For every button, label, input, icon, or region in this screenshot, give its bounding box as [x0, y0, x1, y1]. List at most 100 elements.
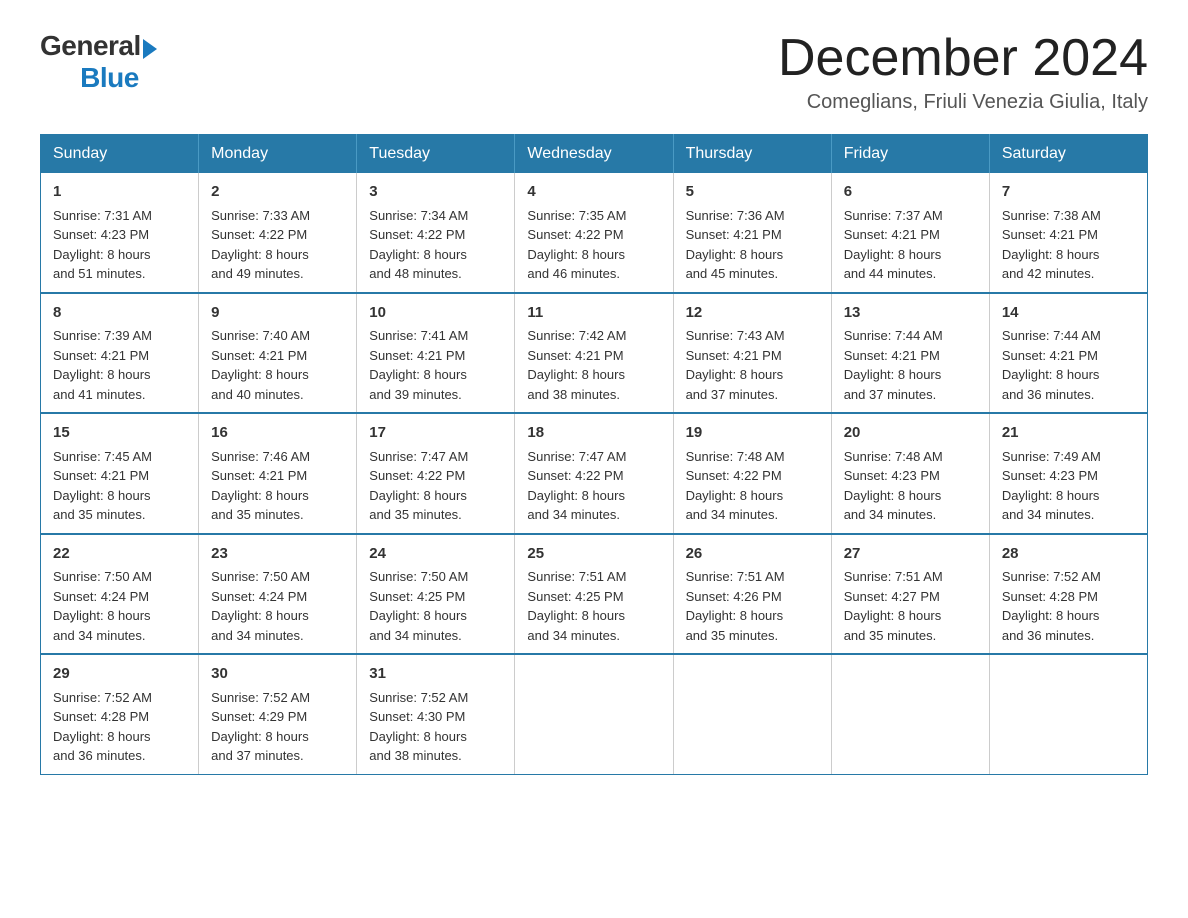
day-number: 28	[1002, 543, 1135, 566]
day-number: 23	[211, 543, 344, 566]
day-number: 15	[53, 422, 186, 445]
day-sunrise: Sunrise: 7:51 AMSunset: 4:25 PMDaylight:…	[527, 569, 626, 643]
day-number: 2	[211, 181, 344, 204]
header-monday: Monday	[199, 135, 357, 174]
day-sunrise: Sunrise: 7:44 AMSunset: 4:21 PMDaylight:…	[844, 328, 943, 402]
calendar-cell: 11 Sunrise: 7:42 AMSunset: 4:21 PMDaylig…	[515, 293, 673, 414]
day-sunrise: Sunrise: 7:41 AMSunset: 4:21 PMDaylight:…	[369, 328, 468, 402]
calendar-cell: 7 Sunrise: 7:38 AMSunset: 4:21 PMDayligh…	[989, 173, 1147, 293]
logo-triangle-icon	[143, 39, 157, 59]
day-number: 20	[844, 422, 977, 445]
calendar-cell: 2 Sunrise: 7:33 AMSunset: 4:22 PMDayligh…	[199, 173, 357, 293]
day-sunrise: Sunrise: 7:38 AMSunset: 4:21 PMDaylight:…	[1002, 208, 1101, 282]
day-number: 12	[686, 302, 819, 325]
calendar-cell: 13 Sunrise: 7:44 AMSunset: 4:21 PMDaylig…	[831, 293, 989, 414]
calendar-cell: 15 Sunrise: 7:45 AMSunset: 4:21 PMDaylig…	[41, 413, 199, 534]
day-number: 16	[211, 422, 344, 445]
day-sunrise: Sunrise: 7:52 AMSunset: 4:29 PMDaylight:…	[211, 690, 310, 764]
calendar-cell: 29 Sunrise: 7:52 AMSunset: 4:28 PMDaylig…	[41, 654, 199, 774]
calendar-week-row: 29 Sunrise: 7:52 AMSunset: 4:28 PMDaylig…	[41, 654, 1148, 774]
day-sunrise: Sunrise: 7:39 AMSunset: 4:21 PMDaylight:…	[53, 328, 152, 402]
calendar-cell: 16 Sunrise: 7:46 AMSunset: 4:21 PMDaylig…	[199, 413, 357, 534]
day-sunrise: Sunrise: 7:51 AMSunset: 4:26 PMDaylight:…	[686, 569, 785, 643]
day-sunrise: Sunrise: 7:49 AMSunset: 4:23 PMDaylight:…	[1002, 449, 1101, 523]
calendar-cell: 5 Sunrise: 7:36 AMSunset: 4:21 PMDayligh…	[673, 173, 831, 293]
day-sunrise: Sunrise: 7:50 AMSunset: 4:25 PMDaylight:…	[369, 569, 468, 643]
day-sunrise: Sunrise: 7:52 AMSunset: 4:28 PMDaylight:…	[1002, 569, 1101, 643]
day-number: 24	[369, 543, 502, 566]
day-sunrise: Sunrise: 7:42 AMSunset: 4:21 PMDaylight:…	[527, 328, 626, 402]
location-subtitle: Comeglians, Friuli Venezia Giulia, Italy	[778, 91, 1148, 114]
day-sunrise: Sunrise: 7:35 AMSunset: 4:22 PMDaylight:…	[527, 208, 626, 282]
calendar-cell	[831, 654, 989, 774]
calendar-week-row: 8 Sunrise: 7:39 AMSunset: 4:21 PMDayligh…	[41, 293, 1148, 414]
calendar-cell: 10 Sunrise: 7:41 AMSunset: 4:21 PMDaylig…	[357, 293, 515, 414]
calendar-cell: 18 Sunrise: 7:47 AMSunset: 4:22 PMDaylig…	[515, 413, 673, 534]
day-number: 22	[53, 543, 186, 566]
day-sunrise: Sunrise: 7:47 AMSunset: 4:22 PMDaylight:…	[527, 449, 626, 523]
calendar-header-row: SundayMondayTuesdayWednesdayThursdayFrid…	[41, 135, 1148, 174]
calendar-cell: 6 Sunrise: 7:37 AMSunset: 4:21 PMDayligh…	[831, 173, 989, 293]
day-number: 7	[1002, 181, 1135, 204]
calendar-cell: 31 Sunrise: 7:52 AMSunset: 4:30 PMDaylig…	[357, 654, 515, 774]
calendar-cell: 23 Sunrise: 7:50 AMSunset: 4:24 PMDaylig…	[199, 534, 357, 655]
day-number: 19	[686, 422, 819, 445]
logo-text-general: General	[40, 30, 141, 62]
logo-text-blue: Blue	[80, 62, 139, 94]
calendar-cell: 12 Sunrise: 7:43 AMSunset: 4:21 PMDaylig…	[673, 293, 831, 414]
day-number: 11	[527, 302, 660, 325]
day-number: 21	[1002, 422, 1135, 445]
day-sunrise: Sunrise: 7:50 AMSunset: 4:24 PMDaylight:…	[53, 569, 152, 643]
day-number: 4	[527, 181, 660, 204]
day-number: 14	[1002, 302, 1135, 325]
header-wednesday: Wednesday	[515, 135, 673, 174]
day-sunrise: Sunrise: 7:34 AMSunset: 4:22 PMDaylight:…	[369, 208, 468, 282]
calendar-cell: 28 Sunrise: 7:52 AMSunset: 4:28 PMDaylig…	[989, 534, 1147, 655]
day-sunrise: Sunrise: 7:40 AMSunset: 4:21 PMDaylight:…	[211, 328, 310, 402]
day-sunrise: Sunrise: 7:44 AMSunset: 4:21 PMDaylight:…	[1002, 328, 1101, 402]
day-sunrise: Sunrise: 7:47 AMSunset: 4:22 PMDaylight:…	[369, 449, 468, 523]
day-number: 13	[844, 302, 977, 325]
header-thursday: Thursday	[673, 135, 831, 174]
day-sunrise: Sunrise: 7:36 AMSunset: 4:21 PMDaylight:…	[686, 208, 785, 282]
day-sunrise: Sunrise: 7:43 AMSunset: 4:21 PMDaylight:…	[686, 328, 785, 402]
calendar-cell	[989, 654, 1147, 774]
page-header: General Blue December 2024 Comeglians, F…	[40, 30, 1148, 114]
calendar-cell: 24 Sunrise: 7:50 AMSunset: 4:25 PMDaylig…	[357, 534, 515, 655]
header-saturday: Saturday	[989, 135, 1147, 174]
day-number: 26	[686, 543, 819, 566]
day-number: 25	[527, 543, 660, 566]
day-number: 10	[369, 302, 502, 325]
calendar-table: SundayMondayTuesdayWednesdayThursdayFrid…	[40, 134, 1148, 775]
calendar-cell	[515, 654, 673, 774]
day-number: 1	[53, 181, 186, 204]
day-sunrise: Sunrise: 7:48 AMSunset: 4:22 PMDaylight:…	[686, 449, 785, 523]
day-number: 17	[369, 422, 502, 445]
calendar-cell: 20 Sunrise: 7:48 AMSunset: 4:23 PMDaylig…	[831, 413, 989, 534]
calendar-cell: 21 Sunrise: 7:49 AMSunset: 4:23 PMDaylig…	[989, 413, 1147, 534]
calendar-cell: 19 Sunrise: 7:48 AMSunset: 4:22 PMDaylig…	[673, 413, 831, 534]
calendar-cell: 14 Sunrise: 7:44 AMSunset: 4:21 PMDaylig…	[989, 293, 1147, 414]
day-sunrise: Sunrise: 7:51 AMSunset: 4:27 PMDaylight:…	[844, 569, 943, 643]
day-number: 6	[844, 181, 977, 204]
day-number: 9	[211, 302, 344, 325]
day-number: 29	[53, 663, 186, 686]
header-tuesday: Tuesday	[357, 135, 515, 174]
day-sunrise: Sunrise: 7:50 AMSunset: 4:24 PMDaylight:…	[211, 569, 310, 643]
calendar-cell: 3 Sunrise: 7:34 AMSunset: 4:22 PMDayligh…	[357, 173, 515, 293]
logo-mark: General Blue	[40, 30, 157, 94]
calendar-week-row: 1 Sunrise: 7:31 AMSunset: 4:23 PMDayligh…	[41, 173, 1148, 293]
day-number: 3	[369, 181, 502, 204]
day-number: 31	[369, 663, 502, 686]
calendar-cell: 26 Sunrise: 7:51 AMSunset: 4:26 PMDaylig…	[673, 534, 831, 655]
day-number: 5	[686, 181, 819, 204]
calendar-cell: 25 Sunrise: 7:51 AMSunset: 4:25 PMDaylig…	[515, 534, 673, 655]
day-sunrise: Sunrise: 7:45 AMSunset: 4:21 PMDaylight:…	[53, 449, 152, 523]
calendar-cell: 17 Sunrise: 7:47 AMSunset: 4:22 PMDaylig…	[357, 413, 515, 534]
header-sunday: Sunday	[41, 135, 199, 174]
day-number: 8	[53, 302, 186, 325]
day-sunrise: Sunrise: 7:31 AMSunset: 4:23 PMDaylight:…	[53, 208, 152, 282]
calendar-week-row: 15 Sunrise: 7:45 AMSunset: 4:21 PMDaylig…	[41, 413, 1148, 534]
day-sunrise: Sunrise: 7:52 AMSunset: 4:28 PMDaylight:…	[53, 690, 152, 764]
calendar-cell: 9 Sunrise: 7:40 AMSunset: 4:21 PMDayligh…	[199, 293, 357, 414]
